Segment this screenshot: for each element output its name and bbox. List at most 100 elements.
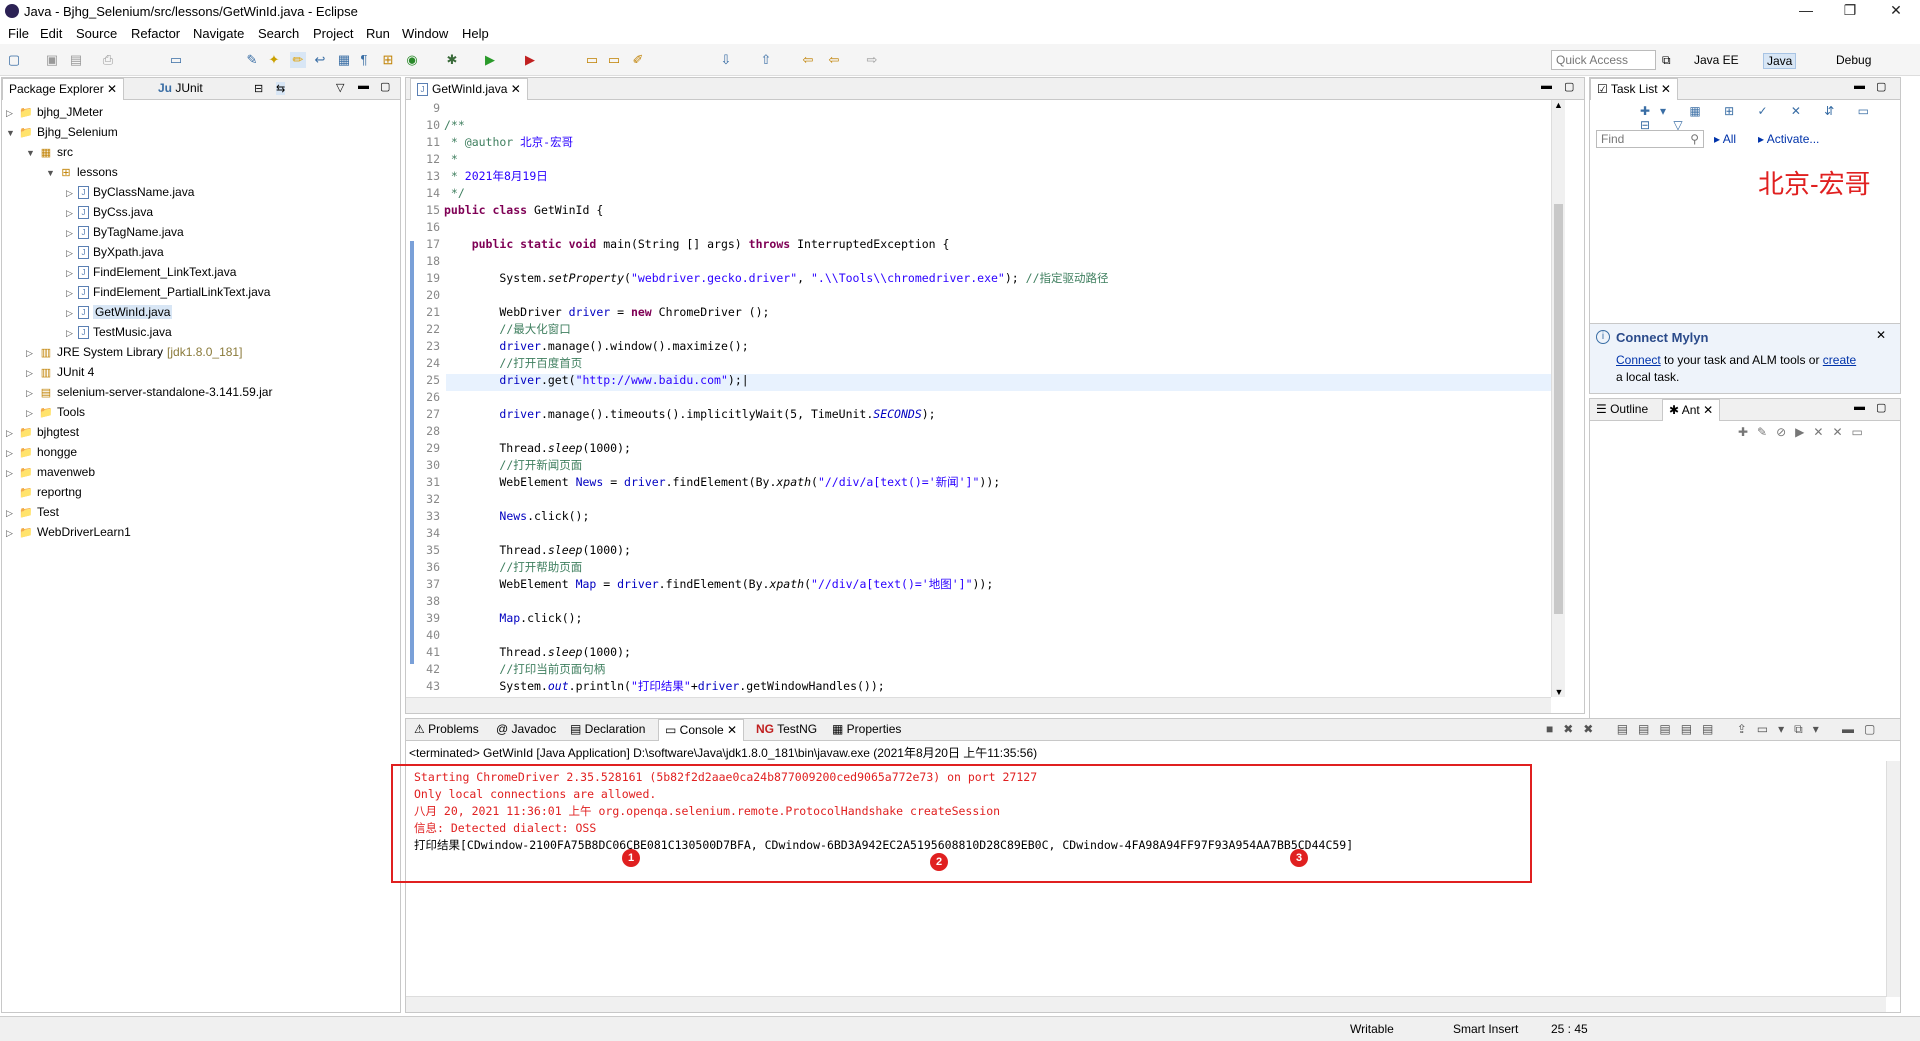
chevron-right-icon[interactable]: ▷: [26, 363, 38, 383]
menu-window[interactable]: Window: [402, 26, 448, 41]
code-line[interactable]: 28: [414, 423, 444, 440]
code-line[interactable]: 38: [414, 593, 444, 610]
tree-item[interactable]: ▷ 📁 Tools: [2, 402, 85, 422]
minimize-button[interactable]: —: [1796, 2, 1816, 18]
debug-icon[interactable]: ✱: [444, 52, 460, 68]
chevron-right-icon[interactable]: ▷: [66, 303, 78, 323]
task-activate-link[interactable]: ▸ Activate...: [1758, 132, 1819, 146]
menu-refactor[interactable]: Refactor: [131, 26, 180, 41]
tab-declaration[interactable]: ▤ Declaration: [564, 719, 651, 741]
code-line[interactable]: 23 driver.manage().window().maximize();: [414, 338, 749, 355]
console-hscrollbar[interactable]: [406, 996, 1886, 1012]
save-icon[interactable]: ▣: [44, 52, 60, 68]
link-editor-icon[interactable]: ⇆: [276, 82, 286, 95]
code-line[interactable]: 31 WebElement News = driver.findElement(…: [414, 474, 1000, 491]
next-annotation-icon[interactable]: ⇩: [718, 52, 734, 68]
chevron-down-icon[interactable]: ▼: [46, 163, 58, 183]
code-area[interactable]: 9 10/** 11 * @author 北京-宏哥 12 * 13 * 2021年8月…: [414, 100, 1544, 695]
code-line[interactable]: 18: [414, 253, 444, 270]
open-folder-icon[interactable]: ▭: [584, 52, 600, 68]
code-line[interactable]: 39 Map.click();: [414, 610, 582, 627]
word-wrap-icon[interactable]: ↩: [312, 52, 328, 68]
code-line[interactable]: 24 //打开百度首页: [414, 355, 582, 372]
tab-package-explorer[interactable]: Package Explorer ✕: [2, 78, 125, 100]
chevron-right-icon[interactable]: ▷: [66, 263, 78, 283]
run-icon[interactable]: ▶: [482, 52, 498, 68]
mylyn-create-link[interactable]: create: [1823, 353, 1856, 367]
scroll-up-icon[interactable]: ▲: [1552, 100, 1565, 110]
open-file-icon[interactable]: ▭: [606, 52, 622, 68]
open-type-icon[interactable]: ✦: [266, 52, 282, 68]
show-whitespace-icon[interactable]: ¶: [356, 52, 372, 68]
view-menu-icon[interactable]: ▽: [336, 81, 344, 94]
chevron-right-icon[interactable]: ▷: [66, 183, 78, 203]
editor-maximize-icon[interactable]: ▢: [1564, 80, 1574, 93]
tree-item[interactable]: ▷ ▥ JUnit 4: [2, 362, 94, 382]
tab-junit[interactable]: Ju JUnit: [152, 78, 209, 100]
tab-javadoc[interactable]: @ Javadoc: [490, 719, 562, 741]
code-line[interactable]: 30 //打开新闻页面: [414, 457, 582, 474]
back-icon[interactable]: ⇦: [826, 52, 842, 68]
chevron-right-icon[interactable]: ▷: [66, 203, 78, 223]
code-line[interactable]: 34: [414, 525, 444, 542]
prev-annotation-icon[interactable]: ⇧: [758, 52, 774, 68]
menu-run[interactable]: Run: [366, 26, 390, 41]
code-line[interactable]: 32: [414, 491, 444, 508]
print-icon[interactable]: ⎙: [100, 52, 116, 68]
tree-item[interactable]: ▷ 📁 bjhgtest: [2, 422, 79, 442]
new-icon[interactable]: ▢: [6, 52, 22, 68]
outline-maximize-icon[interactable]: ▢: [1876, 401, 1886, 414]
outline-minimize-icon[interactable]: ▬: [1854, 401, 1865, 413]
code-line[interactable]: 16: [414, 219, 444, 236]
code-line[interactable]: 41 Thread.sleep(1000);: [414, 644, 631, 661]
code-line[interactable]: 43 System.out.println("打印结果"+driver.getW…: [414, 678, 885, 695]
code-line[interactable]: 40: [414, 627, 444, 644]
chevron-right-icon[interactable]: ▷: [6, 463, 18, 483]
tab-ant[interactable]: ✱ Ant ✕: [1662, 399, 1721, 421]
task-all-link[interactable]: ▸ All: [1714, 132, 1736, 146]
code-line[interactable]: 9: [414, 100, 444, 117]
tree-item[interactable]: ▷ J GetWinId.java: [2, 302, 173, 323]
menu-navigate[interactable]: Navigate: [193, 26, 244, 41]
code-line[interactable]: 27 driver.manage().timeouts().implicitly…: [414, 406, 935, 423]
chevron-right-icon[interactable]: ▷: [26, 383, 38, 403]
tree-item[interactable]: ▷ 📁 hongge: [2, 442, 77, 462]
menu-source[interactable]: Source: [76, 26, 117, 41]
tree-item[interactable]: ▼ ⊞ lessons: [2, 162, 118, 182]
code-line[interactable]: 29 Thread.sleep(1000);: [414, 440, 631, 457]
tree-item[interactable]: ▷ 📁 bjhg_JMeter: [2, 102, 103, 122]
tree-item[interactable]: ▷ 📁 WebDriverLearn1: [2, 522, 131, 542]
tree-item[interactable]: ▼ ▦ src: [2, 142, 73, 162]
tree-item[interactable]: ▼ 📁 Bjhg_Selenium: [2, 122, 118, 142]
tree-item[interactable]: ▷ J FindElement_LinkText.java: [2, 262, 236, 282]
tab-testng[interactable]: NG TestNG: [750, 719, 823, 741]
code-line[interactable]: 25 driver.get("http://www.baidu.com");|: [414, 372, 749, 389]
collapse-all-icon[interactable]: ⊟: [254, 82, 263, 95]
close-window-button[interactable]: ✕: [1886, 2, 1906, 19]
menu-file[interactable]: File: [8, 26, 29, 41]
tree-item[interactable]: ▷ 📁 Test: [2, 502, 59, 522]
run-external-icon[interactable]: ▶: [522, 52, 538, 68]
chevron-down-icon[interactable]: ▼: [26, 143, 38, 163]
code-line[interactable]: 26: [414, 389, 444, 406]
pkg-icon[interactable]: ⊞: [380, 52, 396, 68]
code-line[interactable]: 21 WebDriver driver = new ChromeDriver (…: [414, 304, 769, 321]
editor-vscrollbar[interactable]: ▲ ▼: [1551, 100, 1565, 697]
chevron-right-icon[interactable]: ▷: [6, 523, 18, 543]
toggle-breakpoint-icon[interactable]: ✎: [244, 52, 260, 68]
chevron-right-icon[interactable]: ▷: [66, 243, 78, 263]
chevron-right-icon[interactable]: ▷: [26, 403, 38, 423]
code-line[interactable]: 36 //打开帮助页面: [414, 559, 582, 576]
code-line[interactable]: 35 Thread.sleep(1000);: [414, 542, 631, 559]
task-find-input[interactable]: Find ⚲: [1596, 130, 1704, 148]
tab-console[interactable]: ▭ Console ✕: [658, 719, 745, 741]
chevron-right-icon[interactable]: ▷: [6, 103, 18, 123]
task-maximize-icon[interactable]: ▢: [1876, 80, 1886, 93]
editor-hscrollbar[interactable]: [406, 697, 1551, 713]
code-line[interactable]: 12 *: [414, 151, 458, 168]
code-line[interactable]: 11 * @author 北京-宏哥: [414, 134, 573, 151]
search-tool-icon[interactable]: ✐: [630, 52, 646, 68]
code-line[interactable]: 15 public class GetWinId {: [414, 202, 603, 219]
code-line[interactable]: 33 News.click();: [414, 508, 589, 525]
chevron-right-icon[interactable]: ▷: [26, 343, 38, 363]
